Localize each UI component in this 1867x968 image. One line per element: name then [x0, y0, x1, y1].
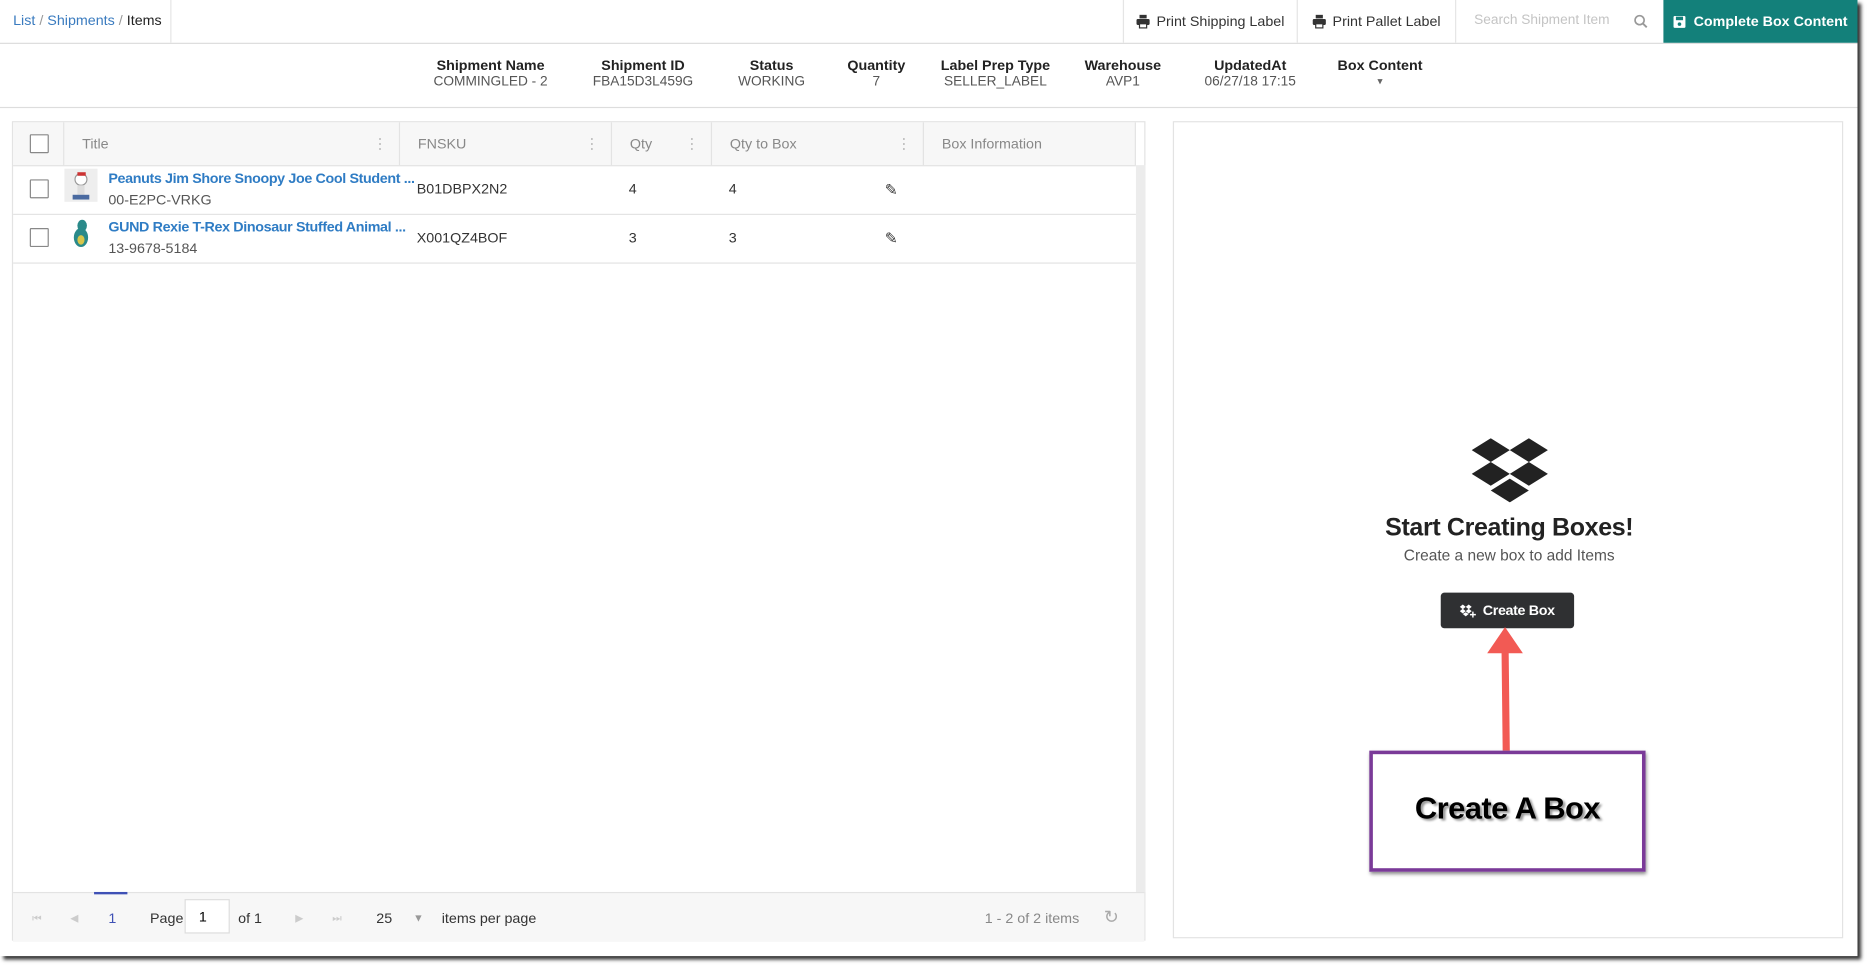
- prev-page-icon[interactable]: ◀: [70, 912, 78, 925]
- items-grid: Title ⋮ FNSKU ⋮ Qty ⋮ Qty to Box ⋮ Box Infor…: [11, 121, 1146, 942]
- breadcrumb-items: Items: [126, 11, 162, 29]
- column-box-information[interactable]: Box Information: [924, 122, 1136, 166]
- column-qty-to-box[interactable]: Qty to Box ⋮: [712, 122, 924, 166]
- table-row[interactable]: Peanuts Jim Shore Snoopy Joe Cool Studen…: [13, 165, 1136, 215]
- pencil-icon[interactable]: ✎: [885, 165, 898, 214]
- page-input[interactable]: [184, 899, 230, 934]
- printer-icon: [1312, 14, 1326, 29]
- vertical-scrollbar[interactable]: [1135, 165, 1146, 892]
- row-checkbox[interactable]: [29, 228, 49, 248]
- top-bar: List / Shipments / Items Print Shipping …: [0, 0, 1858, 44]
- app-window: List / Shipments / Items Print Shipping …: [0, 0, 1858, 957]
- annotation-callout: Create A Box: [1369, 750, 1646, 872]
- column-menu-icon[interactable]: ⋮: [685, 122, 699, 165]
- printer-icon: [1136, 14, 1150, 29]
- page-label: Page: [150, 909, 184, 927]
- item-qty-to-box: 4: [728, 180, 737, 198]
- page-of-label: of 1: [238, 909, 262, 927]
- column-qty-label: Qty: [629, 135, 653, 153]
- item-title-link[interactable]: Peanuts Jim Shore Snoopy Joe Cool Studen…: [108, 170, 415, 187]
- shipment-summary: Shipment Name COMMINGLED - 2 Shipment ID F…: [0, 44, 1858, 109]
- items-per-page-label: items per page: [441, 909, 537, 927]
- breadcrumb-separator: /: [39, 11, 44, 29]
- column-menu-icon[interactable]: ⋮: [897, 122, 911, 165]
- column-fnsku-label: FNSKU: [417, 135, 467, 153]
- breadcrumb-list[interactable]: List: [13, 12, 35, 29]
- chevron-down-icon[interactable]: ▾: [1297, 75, 1464, 88]
- annotation-text: Create A Box: [1414, 789, 1601, 826]
- row-checkbox[interactable]: [29, 179, 49, 199]
- search-input[interactable]: [1471, 11, 1632, 29]
- print-pallet-label-button[interactable]: Print Pallet Label: [1296, 0, 1455, 43]
- column-title-label: Title: [82, 135, 109, 153]
- empty-state-title: Start Creating Boxes!: [1385, 514, 1634, 542]
- page-number-button[interactable]: 1: [108, 910, 116, 927]
- table-row[interactable]: GUND Rexie T-Rex Dinosaur Stuffed Animal…: [13, 214, 1136, 264]
- meta-shipment-name: Shipment Name COMMINGLED - 2: [407, 57, 574, 89]
- column-menu-icon[interactable]: ⋮: [585, 122, 599, 165]
- meta-label: Shipment Name: [436, 57, 545, 74]
- column-box-information-label: Box Information: [941, 135, 1042, 153]
- boxes-plus-icon: [1460, 603, 1477, 618]
- print-pallet-label-text: Print Pallet Label: [1332, 13, 1441, 30]
- print-shipping-label-button[interactable]: Print Shipping Label: [1122, 0, 1297, 43]
- page-indicator: [94, 891, 128, 895]
- empty-state-subtitle: Create a new box to add Items: [1403, 546, 1615, 565]
- item-sku: 13-9678-5184: [108, 239, 198, 257]
- column-qty-to-box-label: Qty to Box: [729, 135, 797, 153]
- items-summary: 1 - 2 of 2 items: [984, 909, 1080, 927]
- create-box-button[interactable]: Create Box: [1440, 592, 1575, 629]
- select-all-cell: [13, 122, 65, 166]
- product-thumbnail: [64, 168, 98, 202]
- first-page-icon[interactable]: ⏮: [32, 912, 42, 925]
- item-qty: 4: [628, 180, 637, 198]
- grid-header: Title ⋮ FNSKU ⋮ Qty ⋮ Qty to Box ⋮ Box Infor…: [13, 122, 1136, 167]
- complete-box-content-button[interactable]: Complete Box Content: [1663, 0, 1858, 43]
- item-qty-to-box: 3: [728, 229, 737, 246]
- meta-value: COMMINGLED - 2: [433, 74, 548, 90]
- pagination: ⏮ ◀ 1 Page of 1 ▶ ⏭ 25 ▼ items per page …: [13, 891, 1145, 942]
- create-box-label: Create Box: [1482, 602, 1555, 619]
- item-title-link[interactable]: GUND Rexie T-Rex Dinosaur Stuffed Animal…: [108, 219, 406, 236]
- next-page-icon[interactable]: ▶: [295, 912, 303, 925]
- column-title[interactable]: Title ⋮: [64, 122, 401, 166]
- column-fnsku[interactable]: FNSKU ⋮: [400, 122, 613, 166]
- page-size-select[interactable]: 25: [376, 910, 392, 927]
- complete-box-content-text: Complete Box Content: [1693, 13, 1848, 30]
- breadcrumb-separator: /: [118, 11, 123, 29]
- refresh-icon[interactable]: ↻: [1104, 906, 1119, 927]
- last-page-icon[interactable]: ⏭: [332, 912, 342, 925]
- item-qty: 3: [628, 229, 637, 246]
- item-fnsku: X001QZ4BOF: [416, 229, 508, 246]
- meta-box-content[interactable]: Box Content ▾: [1297, 57, 1464, 88]
- search-box: [1455, 0, 1663, 43]
- product-thumbnail: [73, 219, 89, 248]
- meta-label: Box Content: [1337, 57, 1423, 74]
- item-fnsku: B01DBPX2N2: [416, 180, 508, 198]
- save-icon: [1673, 15, 1686, 28]
- print-shipping-label-text: Print Shipping Label: [1156, 13, 1285, 30]
- column-menu-icon[interactable]: ⋮: [373, 122, 387, 165]
- annotation-arrow: [1487, 627, 1523, 755]
- item-sku: 00-E2PC-VRKG: [108, 191, 212, 208]
- select-all-checkbox[interactable]: [29, 134, 49, 154]
- column-qty[interactable]: Qty ⋮: [612, 122, 713, 166]
- search-icon[interactable]: [1634, 14, 1648, 28]
- breadcrumb-shipments[interactable]: Shipments: [47, 12, 115, 29]
- boxes-icon: [1471, 438, 1548, 503]
- breadcrumb: List / Shipments / Items: [0, 0, 172, 43]
- chevron-down-icon[interactable]: ▼: [413, 912, 424, 924]
- pencil-icon[interactable]: ✎: [885, 214, 898, 263]
